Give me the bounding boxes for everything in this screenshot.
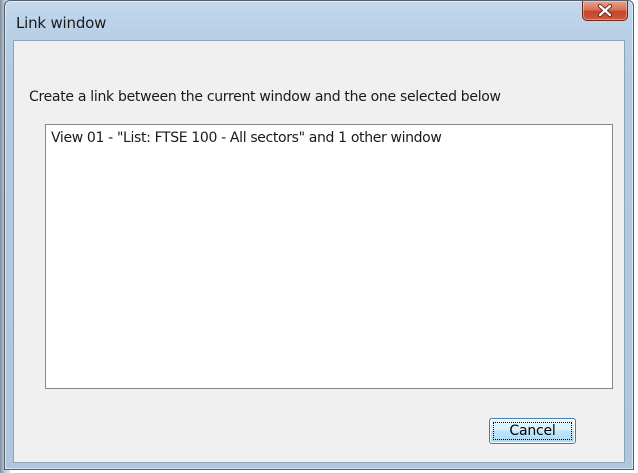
close-button[interactable] [582, 1, 628, 21]
link-window-dialog: Link window Create a link between the cu… [4, 0, 634, 470]
dialog-client-area: Create a link between the current window… [13, 40, 625, 463]
title-bar[interactable]: Link window [5, 1, 633, 41]
list-item[interactable]: View 01 - "List: FTSE 100 - All sectors"… [51, 130, 442, 146]
cancel-button-label: Cancel [509, 423, 556, 439]
cancel-button[interactable]: Cancel [489, 418, 576, 444]
close-icon [598, 4, 612, 17]
window-title: Link window [16, 14, 107, 32]
window-list[interactable]: View 01 - "List: FTSE 100 - All sectors"… [45, 124, 613, 389]
instruction-text: Create a link between the current window… [29, 89, 501, 105]
